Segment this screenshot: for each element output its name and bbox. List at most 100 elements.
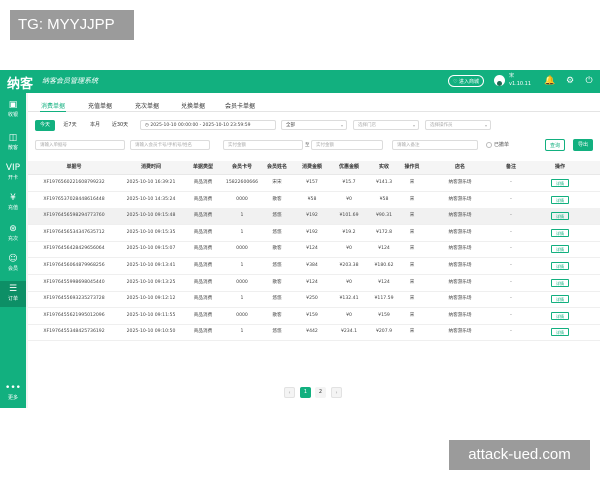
table-cell: 商品消费 [193,196,213,202]
table-cell: 纳客游乐场 [448,296,472,302]
table-cell: - [510,229,512,235]
chevron-down-icon: ▾ [412,123,415,128]
detail-button[interactable]: 详情 [551,278,569,287]
col-header: 操作员 [404,164,420,170]
table-cell: 2025-10-10 09:15:48 [126,213,176,219]
amount-range-separator: 至 [305,143,310,148]
amount-max-input[interactable]: 实付金额 [311,140,383,150]
settings-icon[interactable]: ⚙ [564,75,576,87]
detail-button[interactable]: 详情 [551,328,569,337]
select-placeholder: 选择门店 [358,123,376,128]
table-cell: XF1976537028448616448 [43,196,105,202]
page-2-button[interactable]: 2 [315,387,326,398]
watermark-bottom-right: attack-ued.com [449,440,590,470]
page-1-button[interactable]: 1 [300,387,311,398]
cash-register-icon: ▣ [8,100,18,110]
table-cell: 宋 [409,229,415,235]
table-cell: ¥384 [306,263,318,268]
chevron-down-icon: ▾ [484,123,487,128]
detail-button[interactable]: 详情 [551,228,569,237]
table-cell: - [510,329,512,335]
detail-button[interactable]: 详情 [551,212,569,221]
table-cell: ¥90.31 [375,213,393,219]
user-name: 宋 [509,73,515,79]
detail-button[interactable]: 详情 [551,262,569,270]
detail-button[interactable]: 详情 [551,245,569,254]
table-cell: 2025-10-10 09:10:50 [126,329,176,335]
table-cell: 纳客游乐场 [448,279,472,285]
sidebar-item-more[interactable]: ••• 更多 [0,383,26,401]
sidebar-item-label: 充次 [7,236,18,242]
amount-min-input[interactable]: 实付金额 [223,140,303,150]
member-icon: ☺ [8,254,18,264]
sidebar-item-guest[interactable]: ◫ 散客 [0,133,26,151]
operator-select[interactable]: 选择操作员 ▾ [425,120,491,130]
table-cell: 2025-10-10 09:11:55 [126,312,176,318]
export-button[interactable]: 导出 [573,139,593,151]
abolished-checkbox[interactable] [486,142,492,148]
detail-button[interactable]: 详情 [551,179,569,187]
sidebar-item-label: 散客 [7,145,18,151]
table-cell: 1 [240,296,244,302]
table-cell: ¥58 [307,196,317,202]
enter-store-button[interactable]: ♡ 进入商城 [448,75,484,87]
filter-this-month[interactable]: 本月 [85,120,105,131]
power-icon[interactable]: ⏻ [583,75,595,87]
consumption-type-select[interactable]: 全部 ▾ [281,120,347,130]
filter-last-7-days[interactable]: 近7天 [60,120,80,131]
tab-consumption[interactable]: 消费单据 [39,101,67,112]
table-cell: 1 [240,329,244,335]
tab-member-card[interactable]: 会员卡单据 [225,101,255,110]
query-button[interactable]: 查询 [545,139,565,151]
sidebar-item-label: 开卡 [7,175,18,181]
tab-recharge[interactable]: 充值单据 [88,101,112,110]
date-end: 2025-10-10 23:59:59 [202,123,251,128]
table-cell: 宋 [409,196,415,202]
col-header: 会员姓名 [266,164,287,170]
detail-button[interactable]: 详情 [551,195,569,204]
order-number-input[interactable]: 请输入单据号 [35,140,125,150]
store-select[interactable]: 选择门店 ▾ [353,120,419,130]
notification-icon[interactable]: 🔔 [544,75,556,87]
next-page-button[interactable]: › [331,387,342,398]
detail-button[interactable]: 详情 [551,311,569,320]
table-cell: 悠悠 [272,296,282,302]
table-cell: ¥442 [306,329,318,335]
prev-page-button[interactable]: ‹ [284,387,295,398]
note-input[interactable]: 请输入备注 [392,140,478,150]
table-cell: 宋 [409,329,415,335]
table-cell: 0000 [236,279,248,285]
clock-icon: ◷ [145,123,149,128]
table-row: XF1976456064879968256 2025-10-10 09:13:41… [28,258,600,275]
tab-count-recharge[interactable]: 充次单据 [135,101,159,110]
sidebar-item-open-card[interactable]: VIP 开卡 [0,163,26,181]
table-cell: ¥0 [346,312,352,318]
table-cell: 商品消费 [193,180,213,185]
table-cell: 2025-10-10 09:12:12 [126,296,176,302]
table-cell: ¥141.3 [375,180,393,185]
table-cell: 商品消费 [193,296,213,302]
table-cell: XF1976456534347635712 [43,229,105,235]
col-header: 备注 [505,164,516,170]
sidebar-item-recharge[interactable]: ¥ 充值 [0,193,26,211]
sidebar-item-order[interactable]: ☰ 订单 [0,281,26,307]
order-type-tabs: 消费单据 充值单据 充次单据 兑换单据 会员卡单据 [28,97,600,112]
sidebar-item-cashier[interactable]: ▣ 收银 [0,100,26,118]
filter-last-30-days[interactable]: 近30天 [108,120,132,131]
detail-button[interactable]: 详情 [551,295,569,304]
main-content: 消费单据 充值单据 充次单据 兑换单据 会员卡单据 今天 近7天 本月 近30天… [28,93,600,408]
date-range-picker[interactable]: ◷ 2025-10-10 00:00:00 - 2025-10-10 23:59… [140,120,276,130]
user-avatar[interactable] [494,75,505,86]
sidebar-item-member[interactable]: ☺ 会员 [0,254,26,272]
table-cell: 商品消费 [193,213,213,219]
table-cell: XF1976456428429656064 [43,246,105,252]
filter-today[interactable]: 今天 [35,120,55,131]
table-cell: ¥124 [378,246,390,252]
table-cell: 2025-10-10 09:15:35 [126,229,176,235]
table-cell: ¥124 [306,246,318,252]
member-search-input[interactable]: 请输入会员卡号/手机号/姓名 [130,140,210,150]
sidebar-item-count-recharge[interactable]: ⊛ 充次 [0,224,26,242]
tab-exchange[interactable]: 兑换单据 [181,101,205,110]
table-cell: 宋 [409,263,415,268]
table-row: XF1976537028448616448 2025-10-10 14:35:24… [28,192,600,209]
